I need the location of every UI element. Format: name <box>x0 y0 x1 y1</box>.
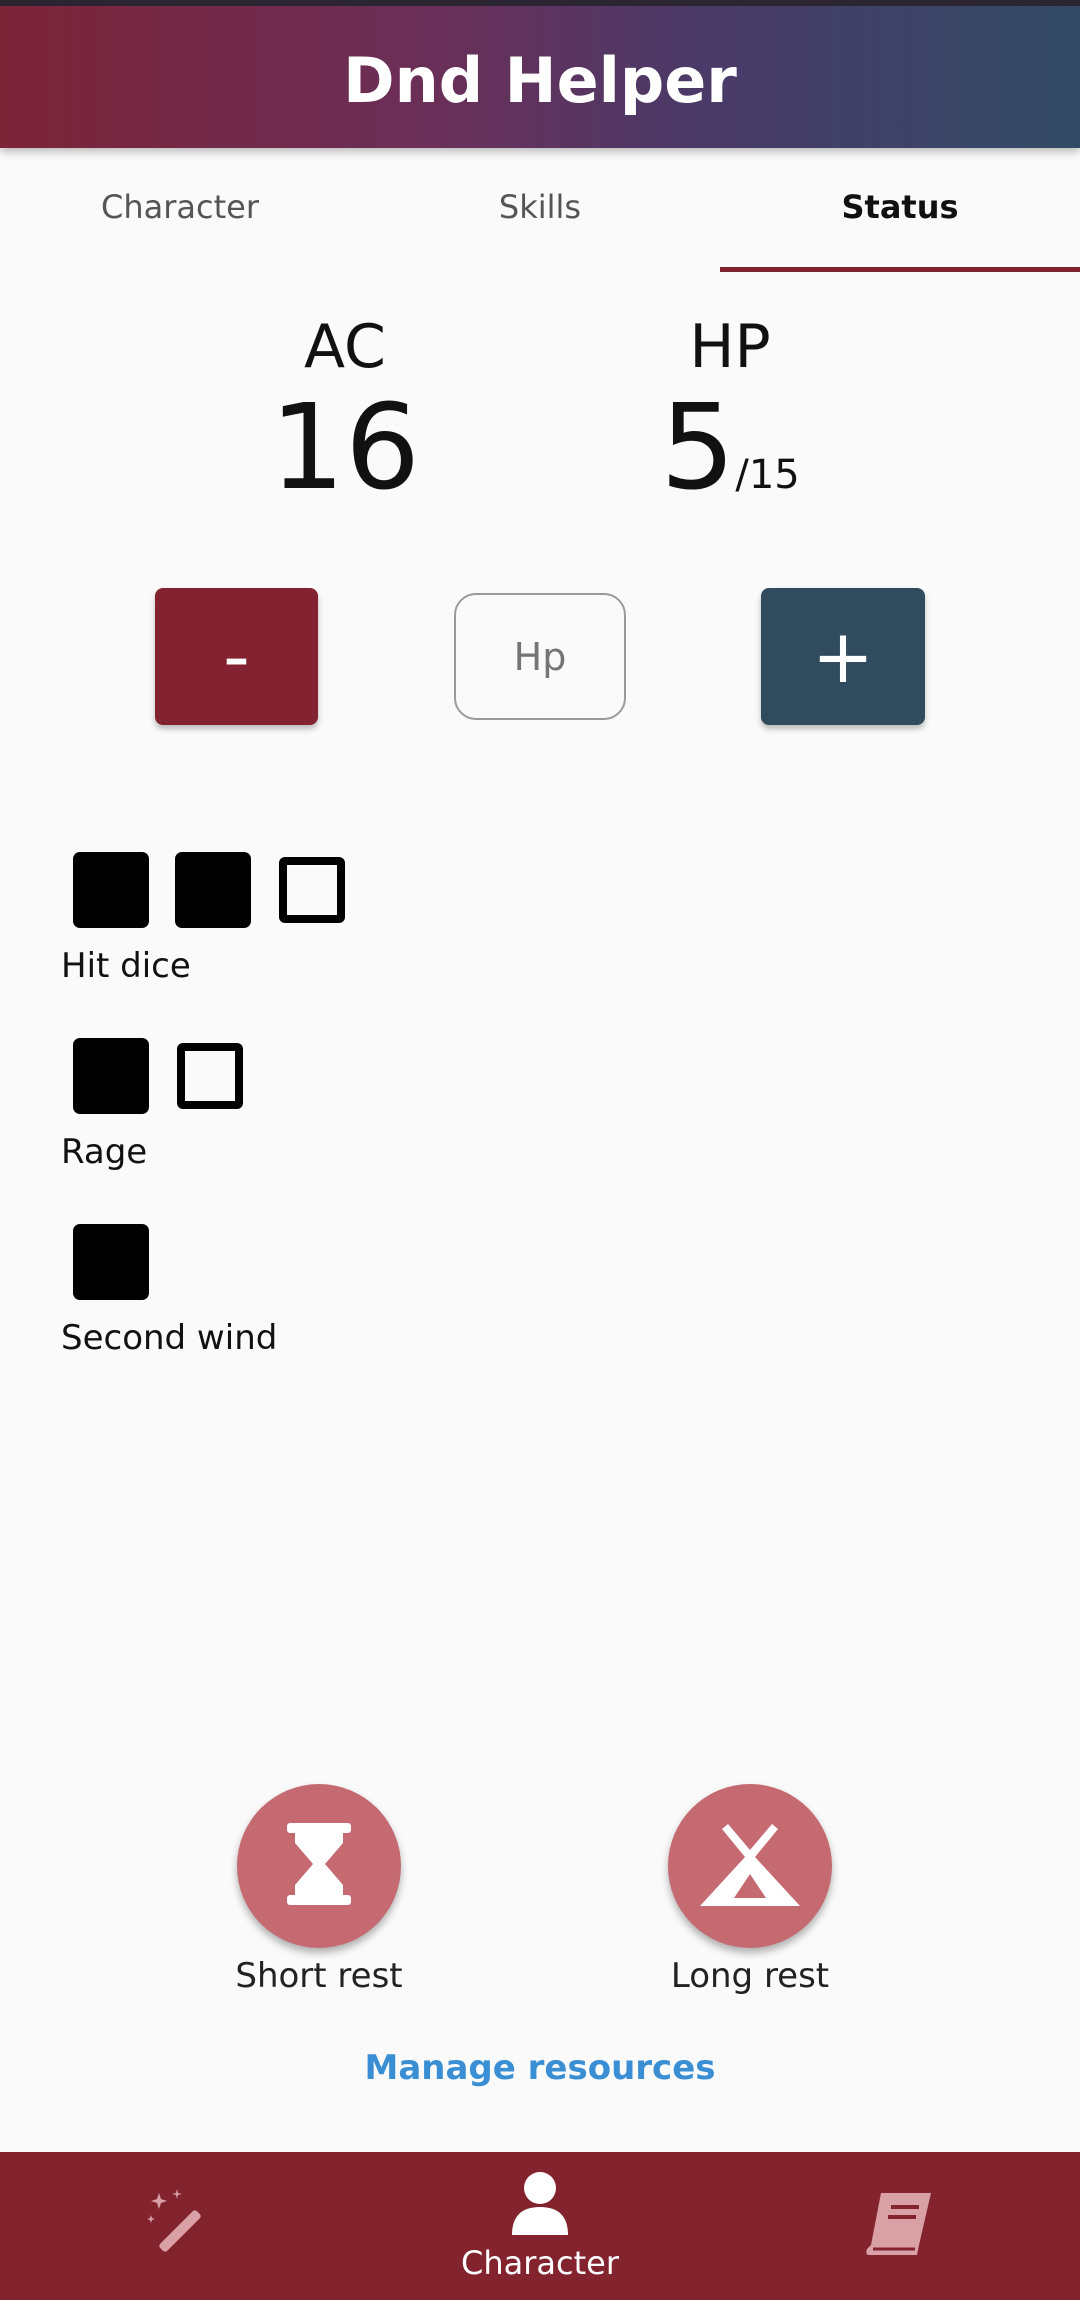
resource-second-wind: Second wind <box>61 1224 277 1358</box>
hp-max: /15 <box>735 452 800 498</box>
hp-stat: HP 5/15 <box>640 312 820 540</box>
magic-wand-icon <box>145 2188 215 2264</box>
tab-skills[interactable]: Skills <box>360 148 720 272</box>
resource-checkbox-unchecked[interactable] <box>279 857 345 923</box>
app-title: Dnd Helper <box>343 44 737 117</box>
resource-name: Second wind <box>61 1318 278 1358</box>
resource-checkbox-checked[interactable] <box>175 852 251 928</box>
tab-bar: Character Skills Status <box>0 148 1080 272</box>
resource-checkbox-checked[interactable] <box>73 852 149 928</box>
short-rest-label: Short rest <box>235 1956 403 1996</box>
nav-item-magic[interactable] <box>0 2152 360 2300</box>
bottom-navigation: Character <box>0 2152 1080 2300</box>
resource-boxes <box>61 1224 277 1304</box>
short-rest-action: Short rest <box>199 1784 439 1996</box>
app-bar: Dnd Helper <box>0 0 1080 148</box>
hp-value-wrap: 5/15 <box>640 382 820 540</box>
nav-item-character[interactable]: Character <box>360 2152 720 2300</box>
tent-icon <box>698 1822 802 1911</box>
tab-status[interactable]: Status <box>720 148 1080 272</box>
book-icon <box>865 2191 935 2262</box>
hp-current: 5 <box>660 378 736 516</box>
hp-label: HP <box>689 312 771 382</box>
resource-name: Hit dice <box>61 946 191 986</box>
manage-resources-link[interactable]: Manage resources <box>0 2048 1080 2088</box>
ac-value: 16 <box>269 378 421 516</box>
decrease-hp-button[interactable]: - <box>155 588 318 725</box>
resource-hit-dice: Hit dice <box>61 852 345 986</box>
resource-checkbox-unchecked[interactable] <box>177 1043 243 1109</box>
hourglass-icon <box>287 1822 351 1910</box>
resource-name: Rage <box>61 1132 148 1172</box>
short-rest-button[interactable] <box>237 1784 401 1948</box>
long-rest-button[interactable] <box>668 1784 832 1948</box>
increase-hp-button[interactable]: + <box>761 588 925 725</box>
long-rest-action: Long rest <box>630 1784 870 1996</box>
resource-boxes <box>61 1038 243 1118</box>
resource-boxes <box>61 852 345 932</box>
ac-stat: AC 16 <box>260 312 430 512</box>
resource-checkbox-checked[interactable] <box>73 1038 149 1114</box>
hp-amount-input[interactable] <box>454 593 626 720</box>
resource-checkbox-checked[interactable] <box>73 1224 149 1300</box>
nav-item-book[interactable] <box>720 2152 1080 2300</box>
tab-character[interactable]: Character <box>0 148 360 272</box>
long-rest-label: Long rest <box>670 1956 830 1996</box>
nav-label-character: Character <box>461 2243 619 2282</box>
resource-rage: Rage <box>61 1038 243 1172</box>
ac-label: AC <box>304 312 386 382</box>
person-icon <box>510 2171 570 2240</box>
